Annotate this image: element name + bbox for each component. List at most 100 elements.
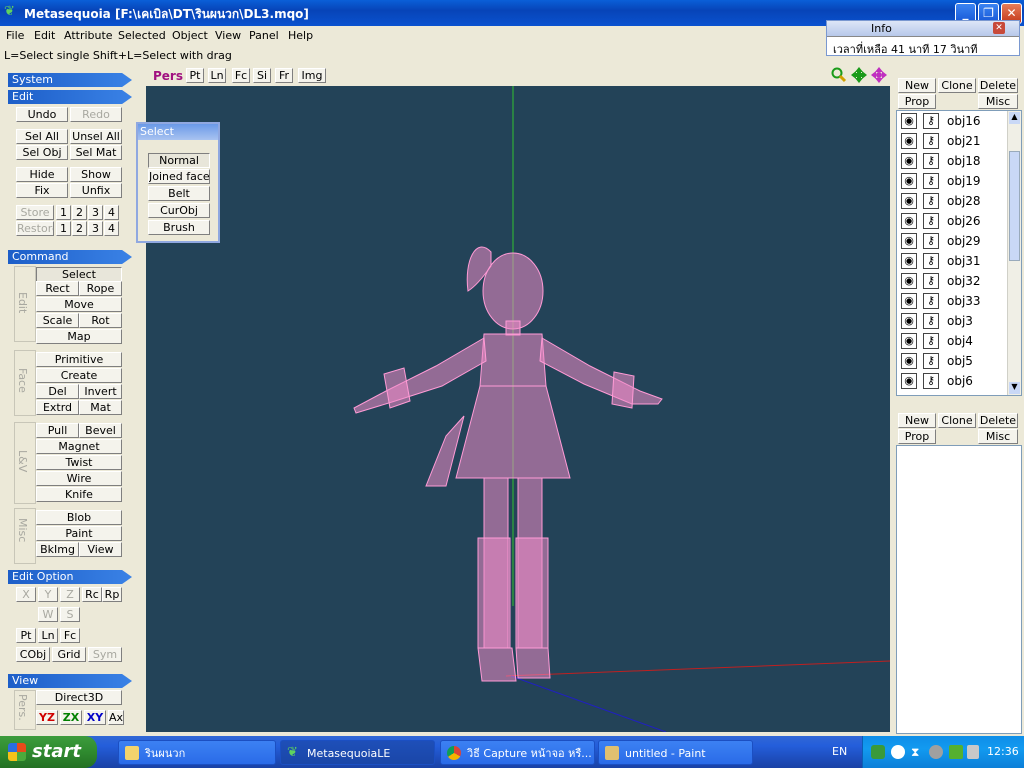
object-list[interactable]: ◉ ⚷ obj16 ◉ ⚷ obj21 ◉ ⚷ obj18 ◉ ⚷ obj19 ◉ ⚷ obj28 … <box>896 110 1022 396</box>
view-zx-button[interactable]: ZX <box>60 710 82 725</box>
3d-viewport[interactable] <box>146 86 890 732</box>
lock-icon[interactable]: ⚷ <box>923 173 939 189</box>
object-prop-button[interactable]: Prop <box>898 94 936 109</box>
select-belt-option[interactable]: Belt <box>148 186 210 201</box>
object-new-button[interactable]: New <box>898 78 936 93</box>
lock-icon[interactable]: ⚷ <box>923 373 939 389</box>
bkimg-button[interactable]: BkImg <box>36 542 79 557</box>
visibility-eye-icon[interactable]: ◉ <box>901 213 917 229</box>
task-chrome[interactable]: วิธี Capture หน้าจอ หรื... <box>440 740 595 765</box>
lock-icon[interactable]: ⚷ <box>923 113 939 129</box>
store-slot-4[interactable]: 4 <box>104 205 119 220</box>
visibility-eye-icon[interactable]: ◉ <box>901 233 917 249</box>
lock-icon[interactable]: ⚷ <box>923 333 939 349</box>
system-section-header[interactable]: System <box>8 73 132 87</box>
create-button[interactable]: Create <box>36 368 122 383</box>
sym-toggle[interactable]: Sym <box>88 647 122 662</box>
select-popup[interactable]: Select Normal Joined face Belt CurObj Br… <box>136 122 220 243</box>
tray-clock-app-icon[interactable] <box>891 745 905 759</box>
language-indicator[interactable]: EN <box>832 745 847 758</box>
w-toggle[interactable]: W <box>38 607 58 622</box>
mat-button[interactable]: Mat <box>79 400 122 415</box>
task-paint[interactable]: untitled - Paint <box>598 740 753 765</box>
material-clone-button[interactable]: Clone <box>938 413 976 428</box>
clock[interactable]: 12:36 <box>987 745 1019 758</box>
select-joined-face-option[interactable]: Joined face <box>148 169 210 184</box>
material-prop-button[interactable]: Prop <box>898 429 936 444</box>
scroll-down-icon[interactable]: ▼ <box>1009 382 1020 394</box>
wire-button[interactable]: Wire <box>36 471 122 486</box>
display-img-toggle[interactable]: Img <box>298 68 326 83</box>
extrd-button[interactable]: Extrd <box>36 400 79 415</box>
lock-icon[interactable]: ⚷ <box>923 313 939 329</box>
invert-button[interactable]: Invert <box>79 384 122 399</box>
axis-x-toggle[interactable]: X <box>16 587 36 602</box>
twist-button[interactable]: Twist <box>36 455 122 470</box>
select-command-button[interactable]: Select <box>36 267 122 282</box>
lock-icon[interactable]: ⚷ <box>923 233 939 249</box>
restore-slot-2[interactable]: 2 <box>72 221 87 236</box>
command-section-header[interactable]: Command <box>8 250 132 264</box>
edit-option-section-header[interactable]: Edit Option <box>8 570 132 584</box>
menu-file[interactable]: File <box>6 29 24 42</box>
tray-hourglass-icon[interactable]: ⧗ <box>911 745 919 760</box>
list-item[interactable]: ◉ ⚷ obj29 <box>899 231 1005 251</box>
object-misc-button[interactable]: Misc <box>978 94 1018 109</box>
lock-icon[interactable]: ⚷ <box>923 293 939 309</box>
list-item[interactable]: ◉ ⚷ obj19 <box>899 171 1005 191</box>
info-window-header[interactable]: Info ✕ <box>827 21 1019 36</box>
bevel-button[interactable]: Bevel <box>79 423 122 438</box>
list-item[interactable]: ◉ ⚷ obj3 <box>899 311 1005 331</box>
map-button[interactable]: Map <box>36 329 122 344</box>
unfix-button[interactable]: Unfix <box>70 183 122 198</box>
visibility-eye-icon[interactable]: ◉ <box>901 293 917 309</box>
list-item[interactable]: ◉ ⚷ obj21 <box>899 131 1005 151</box>
visibility-eye-icon[interactable]: ◉ <box>901 333 917 349</box>
axis-z-toggle[interactable]: Z <box>60 587 80 602</box>
visibility-eye-icon[interactable]: ◉ <box>901 133 917 149</box>
visibility-eye-icon[interactable]: ◉ <box>901 313 917 329</box>
tray-volume-icon[interactable] <box>929 745 943 759</box>
lock-icon[interactable]: ⚷ <box>923 153 939 169</box>
display-fr-toggle[interactable]: Fr <box>275 68 293 83</box>
list-item[interactable]: ◉ ⚷ obj28 <box>899 191 1005 211</box>
view-xy-button[interactable]: XY <box>84 710 106 725</box>
display-pt-toggle[interactable]: Pt <box>186 68 204 83</box>
display-fc-toggle[interactable]: Fc <box>232 68 250 83</box>
store-slot-2[interactable]: 2 <box>72 205 87 220</box>
move-button[interactable]: Move <box>36 297 122 312</box>
material-list[interactable] <box>896 445 1022 734</box>
list-item[interactable]: ◉ ⚷ obj16 <box>899 111 1005 131</box>
lock-icon[interactable]: ⚷ <box>923 353 939 369</box>
del-button[interactable]: Del <box>36 384 79 399</box>
unsel-all-button[interactable]: Unsel All <box>70 129 122 144</box>
move-arrows-icon[interactable] <box>851 67 867 83</box>
list-item[interactable]: ◉ ⚷ obj32 <box>899 271 1005 291</box>
display-ln-toggle[interactable]: Ln <box>208 68 226 83</box>
view-section-header[interactable]: View <box>8 674 132 688</box>
ln-toggle[interactable]: Ln <box>38 628 58 643</box>
tray-usb-icon[interactable] <box>967 745 979 759</box>
start-button[interactable]: start <box>0 736 97 768</box>
primitive-button[interactable]: Primitive <box>36 352 122 367</box>
list-item[interactable]: ◉ ⚷ obj4 <box>899 331 1005 351</box>
fc-toggle[interactable]: Fc <box>60 628 80 643</box>
menu-help[interactable]: Help <box>288 29 313 42</box>
menu-object[interactable]: Object <box>172 29 208 42</box>
task-folder[interactable]: รินผนวก <box>118 740 276 765</box>
visibility-eye-icon[interactable]: ◉ <box>901 273 917 289</box>
tray-network-icon[interactable] <box>871 745 885 759</box>
object-delete-button[interactable]: Delete <box>978 78 1018 93</box>
tray-nvidia-icon[interactable] <box>949 745 963 759</box>
list-item[interactable]: ◉ ⚷ obj26 <box>899 211 1005 231</box>
magnet-button[interactable]: Magnet <box>36 439 122 454</box>
rc-toggle[interactable]: Rc <box>82 587 102 602</box>
select-popup-title[interactable]: Select <box>138 124 218 140</box>
menu-panel[interactable]: Panel <box>249 29 279 42</box>
grid-toggle[interactable]: Grid <box>52 647 86 662</box>
s-toggle[interactable]: S <box>60 607 80 622</box>
store-slot-1[interactable]: 1 <box>56 205 71 220</box>
blob-button[interactable]: Blob <box>36 510 122 525</box>
lock-icon[interactable]: ⚷ <box>923 273 939 289</box>
lock-icon[interactable]: ⚷ <box>923 213 939 229</box>
